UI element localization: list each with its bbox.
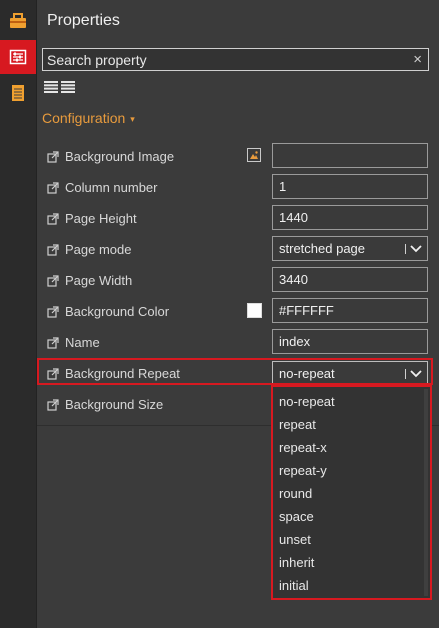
search-box: × — [42, 48, 429, 71]
property-row-page-width: Page Width 3440 — [37, 267, 439, 297]
property-label: Background Image — [65, 149, 175, 164]
view-toggles — [44, 80, 75, 98]
external-link-icon[interactable] — [47, 275, 59, 287]
external-link-icon[interactable] — [47, 151, 59, 163]
select-value: stretched page — [279, 241, 366, 256]
search-input[interactable] — [47, 49, 397, 70]
property-row-background-color: Background Color #FFFFFF — [37, 298, 439, 328]
page-width-input[interactable]: 3440 — [272, 267, 428, 292]
image-icon[interactable] — [247, 148, 261, 162]
property-label: Page mode — [65, 242, 132, 257]
properties-panel: Properties × Configuration ▾ — [37, 0, 439, 628]
dropdown-option[interactable]: initial — [279, 578, 309, 593]
property-row-page-height: Page Height 1440 — [37, 205, 439, 235]
external-link-icon[interactable] — [47, 244, 59, 256]
column-number-input[interactable]: 1 — [272, 174, 428, 199]
properties-icon — [9, 49, 27, 65]
toolbox-button[interactable] — [0, 4, 36, 38]
dropdown-option[interactable]: round — [279, 486, 312, 501]
property-row-background-image: Background Image — [37, 143, 439, 173]
panel-title: Properties — [47, 12, 120, 29]
page-mode-select[interactable]: stretched page — [272, 236, 428, 261]
property-label: Page Height — [65, 211, 137, 226]
name-input[interactable]: index — [272, 329, 428, 354]
property-label: Background Color — [65, 304, 170, 319]
toolbox-icon — [10, 13, 26, 28]
external-link-icon[interactable] — [47, 337, 59, 349]
background-repeat-dropdown: no-repeat repeat repeat-x repeat-y round… — [271, 385, 432, 600]
external-link-icon[interactable] — [47, 399, 59, 411]
page-list-icon — [12, 85, 24, 101]
chevron-down-icon[interactable] — [405, 237, 427, 260]
external-link-icon[interactable] — [47, 213, 59, 225]
dropdown-option[interactable]: no-repeat — [279, 394, 335, 409]
dropdown-scrollbar[interactable] — [424, 389, 428, 596]
color-swatch[interactable] — [247, 303, 262, 318]
property-label: Name — [65, 335, 100, 350]
dropdown-option[interactable]: unset — [279, 532, 311, 547]
caret-down-icon: ▾ — [130, 114, 135, 124]
dropdown-option[interactable]: repeat — [279, 417, 316, 432]
external-link-icon[interactable] — [47, 306, 59, 318]
background-color-input[interactable]: #FFFFFF — [272, 298, 428, 323]
page-list-button[interactable] — [0, 76, 36, 110]
dropdown-option[interactable]: repeat-y — [279, 463, 327, 478]
clear-icon[interactable]: × — [413, 51, 422, 68]
property-label: Background Size — [65, 397, 164, 412]
property-row-page-mode: Page mode stretched page — [37, 236, 439, 266]
property-label: Page Width — [65, 273, 133, 288]
background-image-input[interactable] — [272, 143, 428, 168]
dropdown-option[interactable]: space — [279, 509, 314, 524]
configuration-section-header[interactable]: Configuration ▾ — [42, 110, 135, 126]
selection-highlight — [37, 358, 433, 385]
dropdown-option[interactable]: repeat-x — [279, 440, 327, 455]
section-label: Configuration — [42, 110, 126, 126]
property-row-column-number: Column number 1 — [37, 174, 439, 204]
detail-view-icon[interactable] — [61, 80, 75, 98]
property-row-name: Name index — [37, 329, 439, 359]
left-rail — [0, 0, 37, 628]
property-label: Column number — [65, 180, 158, 195]
external-link-icon[interactable] — [47, 182, 59, 194]
dropdown-option[interactable]: inherit — [279, 555, 314, 570]
page-height-input[interactable]: 1440 — [272, 205, 428, 230]
list-view-icon[interactable] — [44, 80, 58, 98]
properties-button[interactable] — [0, 40, 36, 74]
